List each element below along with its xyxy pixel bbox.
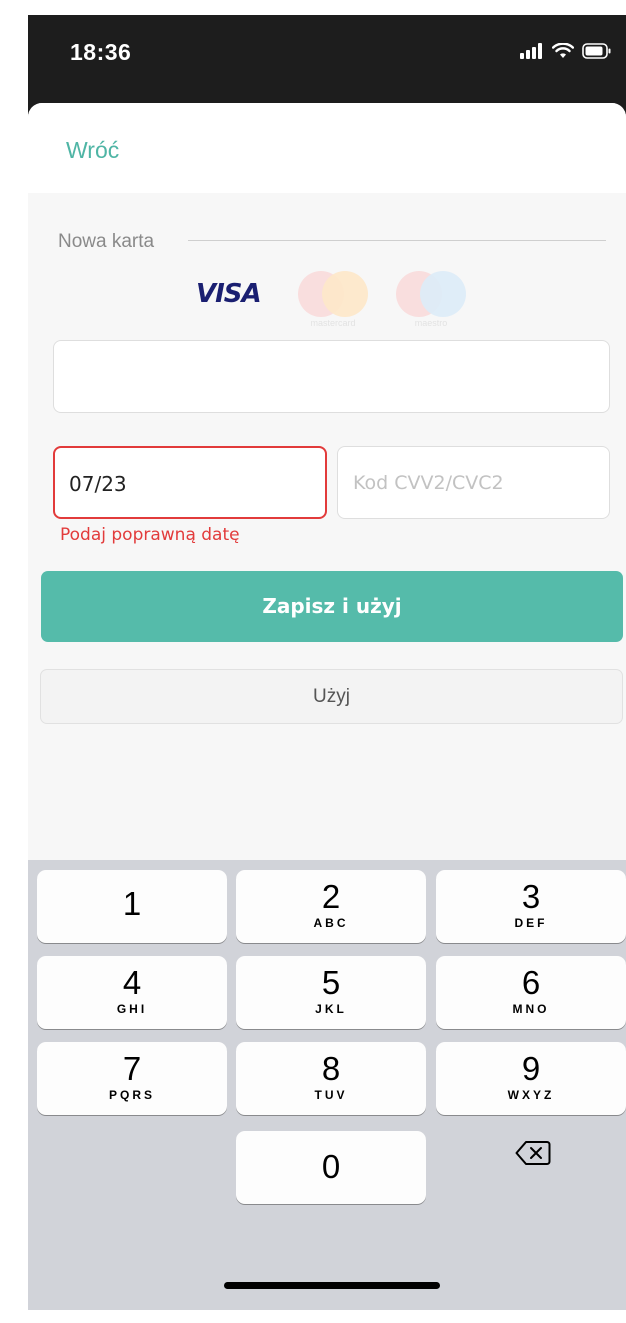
key-7[interactable]: 7 PQRS [37, 1042, 227, 1115]
use-button[interactable]: Użyj [40, 669, 623, 724]
key-digit: 4 [122, 964, 142, 1001]
expiry-date-value: 07/23 [69, 472, 127, 496]
expiry-error-message: Podaj poprawną datę [60, 525, 240, 545]
cvv-field[interactable]: Kod CVV2/CVC2 [337, 446, 610, 519]
key-digit: 1 [122, 885, 142, 922]
key-5[interactable]: 5 JKL [236, 956, 426, 1029]
key-digit: 8 [321, 1050, 341, 1087]
key-6[interactable]: 6 MNO [436, 956, 626, 1029]
key-1[interactable]: 1 [37, 870, 227, 943]
key-digit: 6 [521, 964, 541, 1001]
key-letters: ABC [313, 916, 349, 930]
save-and-use-button[interactable]: Zapisz i użyj [41, 571, 623, 642]
key-letters: DEF [514, 916, 548, 930]
card-number-field[interactable] [53, 340, 610, 413]
key-letters: GHI [116, 1002, 148, 1016]
key-letters: MNO [512, 1002, 550, 1016]
key-letters: PQRS [108, 1088, 155, 1102]
key-digit: 3 [521, 878, 541, 915]
key-8[interactable]: 8 TUV [236, 1042, 426, 1115]
status-bar: 18:36 [28, 15, 626, 103]
mastercard-logo: mastercard [294, 271, 372, 328]
cvv-placeholder: Kod CVV2/CVC2 [353, 472, 504, 494]
key-letters: WXYZ [507, 1088, 555, 1102]
signal-icon [520, 43, 542, 59]
sheet-header: Wróć [28, 103, 626, 193]
key-9[interactable]: 9 WXYZ [436, 1042, 626, 1115]
key-digit: 7 [122, 1050, 142, 1087]
key-3[interactable]: 3 DEF [436, 870, 626, 943]
key-4[interactable]: 4 GHI [37, 956, 227, 1029]
expiry-date-field[interactable]: 07/23 [53, 446, 327, 519]
delete-key[interactable] [438, 1117, 626, 1190]
mastercard-label: mastercard [310, 318, 356, 328]
numeric-keypad: 1 2 ABC 3 DEF 4 GHI 5 JKL 6 MNO 7 PQRS 8… [28, 860, 626, 1310]
key-digit: 2 [321, 878, 341, 915]
key-0[interactable]: 0 [236, 1131, 426, 1204]
key-letters: TUV [314, 1088, 348, 1102]
battery-icon [582, 43, 611, 59]
section-divider [188, 240, 606, 241]
phone-screen: 18:36 Wróć Nowa karta VISA mastercard ma… [28, 15, 626, 1310]
status-time: 18:36 [70, 39, 132, 65]
key-2[interactable]: 2 ABC [236, 870, 426, 943]
key-digit: 9 [521, 1050, 541, 1087]
back-link[interactable]: Wróć [66, 137, 119, 164]
card-brand-logos: VISA mastercard maestro [28, 271, 626, 331]
key-digit: 0 [321, 1148, 341, 1185]
home-indicator [224, 1282, 440, 1289]
visa-logo: VISA [196, 279, 262, 309]
backspace-icon [515, 1141, 551, 1165]
wifi-icon [552, 43, 574, 58]
section-title: Nowa karta [58, 231, 155, 252]
maestro-logo: maestro [392, 271, 470, 328]
key-letters: JKL [315, 1002, 347, 1016]
maestro-label: maestro [414, 318, 448, 328]
key-digit: 5 [321, 964, 341, 1001]
status-icons [520, 43, 612, 59]
